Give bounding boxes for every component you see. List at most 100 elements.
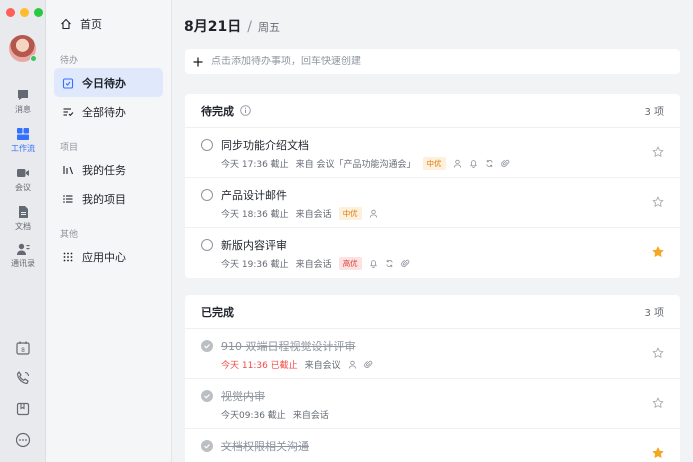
task-due: 今天 11:36 已截止	[221, 361, 298, 371]
plus-icon	[193, 57, 203, 66]
task-meta: 今天 18:36 截止 来自会话 中优	[221, 207, 378, 220]
priority-badge: 中优	[338, 207, 362, 220]
task-checkbox-checked[interactable]	[201, 390, 213, 402]
more-icon	[15, 432, 31, 448]
rail-item-contacts[interactable]: 通讯录	[0, 242, 46, 269]
star-icon[interactable]	[652, 146, 664, 158]
rail-item-workflow[interactable]: 工作流	[0, 127, 46, 154]
task-checkbox-checked[interactable]	[201, 440, 213, 452]
task-meta: 今天 17:36 截止 来自 会议「产品功能沟通会」 中优	[221, 157, 510, 170]
calendar-check-icon	[62, 77, 74, 89]
task-row[interactable]: 同步功能介绍文档 今天 17:36 截止 来自 会议「产品功能沟通会」 中优	[185, 128, 680, 178]
pending-card-header: 待完成 3 项	[185, 94, 680, 128]
repeat-icon	[386, 259, 393, 268]
nav-item-today[interactable]: 今日待办	[54, 68, 163, 97]
task-checkbox[interactable]	[201, 239, 213, 251]
star-filled-icon[interactable]	[652, 246, 664, 258]
phone-button[interactable]	[0, 370, 46, 389]
grid-icon	[63, 252, 73, 261]
task-source: 来自会话	[295, 210, 332, 220]
nav-item-label: 全部待办	[82, 105, 126, 119]
nav-item-label: 今日待办	[82, 76, 126, 90]
star-icon[interactable]	[652, 196, 664, 208]
notes-button[interactable]	[0, 401, 46, 420]
completed-card-header: 已完成 3 项	[185, 295, 680, 329]
page-title-date: 8月21日	[184, 19, 242, 35]
rail-item-meetings[interactable]: 会议	[0, 166, 46, 193]
nav-section-project: 项目	[60, 143, 79, 153]
section-title: 待完成	[201, 104, 234, 118]
task-row[interactable]: 新版内容评审 今天 19:36 截止 来自会话 高优	[185, 228, 680, 278]
minimize-window-button[interactable]	[20, 8, 29, 17]
bell-icon	[369, 260, 377, 268]
info-icon[interactable]	[240, 105, 251, 116]
task-title[interactable]: 同步功能介绍文档	[221, 137, 309, 153]
task-title[interactable]: 产品设计邮件	[221, 187, 287, 203]
home-icon	[61, 18, 71, 30]
quick-add-input[interactable]	[211, 56, 651, 67]
task-meta: 今天09:36 截止 来自会话	[221, 408, 329, 421]
section-title: 已完成	[201, 305, 234, 319]
task-due: 今天 17:36 截止	[221, 160, 289, 170]
task-title[interactable]: 新版内容评审	[221, 237, 287, 253]
task-title[interactable]: 视觉内审	[221, 388, 265, 404]
priority-badge: 高优	[338, 257, 362, 270]
rail-item-messages[interactable]: 消息	[0, 88, 46, 115]
online-status-dot	[30, 55, 37, 62]
nav-item-label: 应用中心	[82, 250, 126, 264]
completed-card-title: 已完成	[201, 304, 234, 320]
task-meta: 今天 11:36 已截止 来自会议	[221, 358, 373, 371]
app-rail: 消息 工作流 会议 文档 通讯录 8	[0, 0, 46, 462]
task-row[interactable]: 产品设计邮件 今天 18:36 截止 来自会话 中优	[185, 178, 680, 228]
task-meta: 今天 19:36 截止 来自会话 高优	[221, 257, 410, 270]
task-due: 今天 18:36 截止	[221, 210, 289, 220]
todo-sidebar: 首页 待办 今日待办 全部待办 项目 我的任务 我的项目 其他 应用中心	[46, 0, 172, 462]
task-title[interactable]: 910 双端日程视觉设计评审	[221, 338, 356, 354]
header-separator: /	[247, 19, 252, 35]
task-row[interactable]: 文档权限相关沟通	[185, 429, 680, 462]
document-icon	[19, 206, 28, 218]
star-icon[interactable]	[652, 347, 664, 359]
task-source: 来自会话	[292, 411, 329, 421]
more-button[interactable]	[0, 432, 46, 451]
page-header: 8月21日 / 周五	[184, 16, 280, 36]
phone-icon	[16, 371, 30, 385]
nav-item-label: 我的项目	[82, 192, 126, 206]
task-checkbox-checked[interactable]	[201, 340, 213, 352]
task-checkbox[interactable]	[201, 189, 213, 201]
bar-chart-icon	[63, 165, 74, 174]
rail-item-docs[interactable]: 文档	[0, 205, 46, 232]
workflow-icon	[17, 128, 29, 140]
nav-item-all[interactable]: 全部待办	[54, 97, 163, 126]
nav-item-label: 我的任务	[82, 163, 126, 177]
task-checkbox[interactable]	[201, 139, 213, 151]
contacts-icon	[17, 243, 30, 255]
list-check-icon	[63, 107, 74, 116]
nav-section-other: 其他	[60, 230, 79, 240]
chat-icon	[18, 90, 28, 100]
maximize-window-button[interactable]	[34, 8, 43, 17]
attachment-icon	[400, 259, 410, 267]
priority-badge: 中优	[422, 157, 446, 170]
star-filled-icon[interactable]	[652, 447, 664, 459]
attachment-icon	[363, 360, 373, 368]
attachment-icon	[500, 159, 509, 167]
completed-card: 已完成 3 项 910 双端日程视觉设计评审 今天 11:36 已截止 来自会议…	[185, 295, 680, 462]
task-title[interactable]: 文档权限相关沟通	[221, 438, 309, 454]
calendar-button[interactable]: 8	[0, 340, 46, 359]
task-row[interactable]: 视觉内审 今天09:36 截止 来自会话	[185, 379, 680, 429]
task-due: 今天09:36 截止	[221, 411, 286, 421]
nav-item-my-projects[interactable]: 我的项目	[54, 184, 163, 213]
nav-item-home[interactable]: 首页	[60, 16, 102, 32]
pending-card-title: 待完成	[201, 103, 251, 119]
nav-item-app-center[interactable]: 应用中心	[54, 242, 163, 271]
close-window-button[interactable]	[6, 8, 15, 17]
nav-item-my-tasks[interactable]: 我的任务	[54, 155, 163, 184]
assignee-icon	[348, 360, 356, 369]
quick-add-bar[interactable]	[185, 49, 680, 74]
assignee-icon	[369, 209, 377, 218]
check-icon	[204, 444, 210, 449]
completed-count: 3 项	[644, 308, 664, 319]
star-icon[interactable]	[652, 397, 664, 409]
task-row[interactable]: 910 双端日程视觉设计评审 今天 11:36 已截止 来自会议	[185, 329, 680, 379]
